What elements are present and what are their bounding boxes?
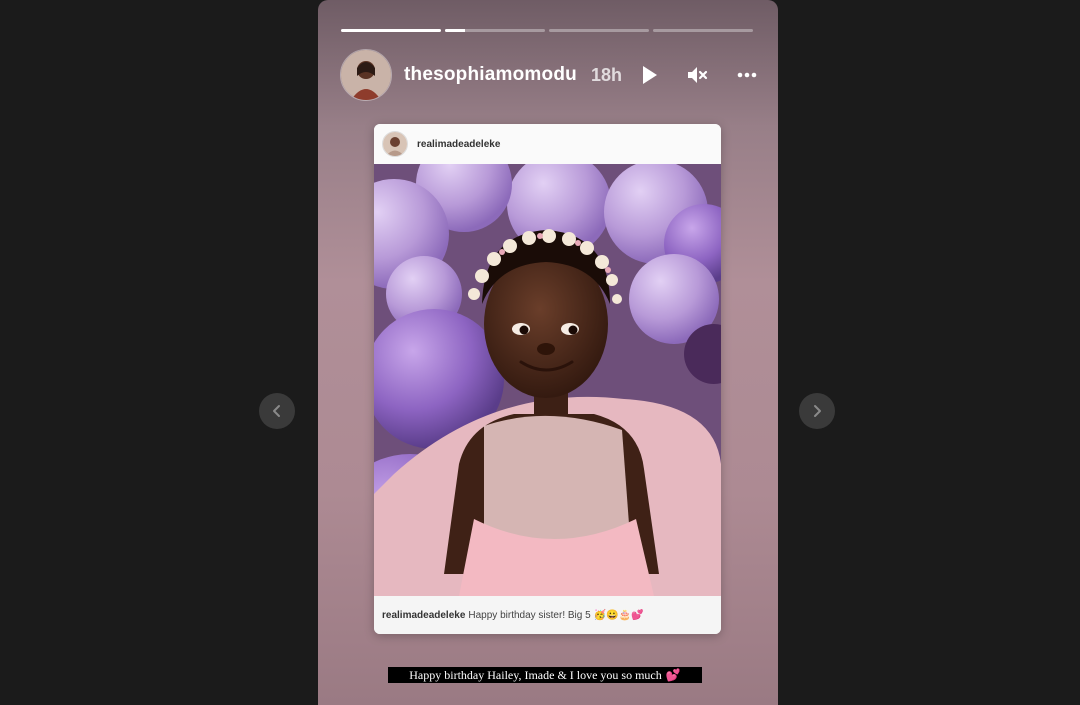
shared-post-header: realimadeadeleke — [374, 124, 721, 164]
post-photo — [374, 136, 721, 618]
story-timestamp: 18h — [590, 64, 622, 85]
progress-segment — [341, 29, 441, 32]
caption-emojis: 🥳😀🎂💕 — [593, 609, 644, 621]
story-viewer: thesophiamomodu 18h realimadeadeleke rea… — [318, 0, 778, 705]
chevron-left-icon — [273, 405, 280, 417]
caption-text: Happy birthday sister! Big 5 — [468, 609, 591, 621]
mute-icon — [687, 67, 708, 83]
story-caption-text: Happy birthday Hailey, Imade & I love yo… — [409, 667, 662, 682]
previous-story-button[interactable] — [259, 393, 295, 429]
heart-icon: 💕 — [665, 667, 681, 682]
more-options-button[interactable] — [734, 62, 760, 88]
story-caption: Happy birthday Hailey, Imade & I love yo… — [388, 667, 702, 683]
shared-post-username[interactable]: realimadeadeleke — [417, 139, 500, 150]
progress-fill — [445, 29, 465, 32]
progress-segment — [653, 29, 753, 32]
more-icon — [737, 72, 757, 78]
next-story-button[interactable] — [799, 393, 835, 429]
shared-post-caption: realimadeadeleke Happy birthday sister! … — [374, 596, 721, 634]
progress-segment — [549, 29, 649, 32]
play-button[interactable] — [636, 62, 662, 88]
progress-segment — [445, 29, 545, 32]
story-header: thesophiamomodu 18h — [340, 49, 766, 101]
progress-fill — [341, 29, 441, 32]
shared-post-card[interactable]: realimadeadeleke realimadeadeleke Happy … — [374, 124, 721, 634]
shared-post-avatar[interactable] — [382, 131, 408, 157]
caption-username[interactable]: realimadeadeleke — [382, 610, 465, 621]
mute-button[interactable] — [684, 62, 710, 88]
play-icon — [642, 66, 657, 84]
story-username[interactable]: thesophiamomodu — [404, 64, 577, 86]
avatar[interactable] — [340, 49, 392, 101]
chevron-right-icon — [814, 405, 821, 417]
story-progress — [341, 29, 753, 32]
